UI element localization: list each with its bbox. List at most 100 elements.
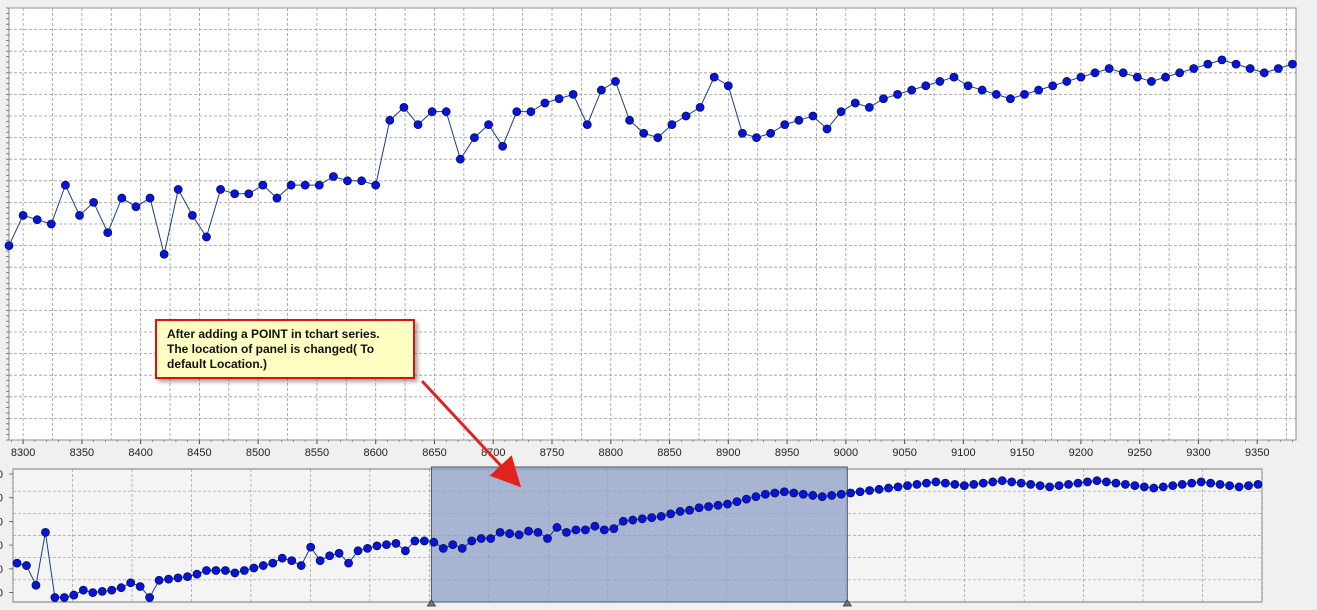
navigator-data-point [1102, 477, 1111, 487]
data-point [1062, 77, 1072, 86]
navigator-chart[interactable]: 0 0 0 0 0 0 [0, 460, 1317, 610]
data-point [413, 120, 423, 130]
x-tick-label: 8800 [599, 447, 623, 459]
navigator-data-point [978, 478, 988, 488]
x-tick-label: 8300 [11, 447, 35, 459]
data-point [1132, 72, 1142, 82]
navigator-data-point [760, 489, 770, 499]
navigator-data-point [1111, 478, 1121, 488]
data-point [314, 180, 324, 190]
data-point [159, 249, 169, 259]
x-tick-label: 9150 [1010, 447, 1034, 459]
main-chart[interactable]: 8300 8350 8400 8450 8500 8550 8600 8650 8700 8750… [0, 0, 1317, 460]
navigator-data-point [1035, 481, 1045, 491]
data-point [935, 77, 945, 86]
navigator-data-point [903, 481, 912, 491]
data-point [540, 98, 550, 108]
navigator-data-point [344, 558, 353, 568]
data-point [568, 90, 578, 99]
navigator-data-point [1225, 481, 1234, 491]
data-point [794, 115, 804, 125]
data-point [1005, 94, 1015, 104]
navigator-data-point [846, 488, 856, 498]
navigator-data-point [666, 509, 676, 519]
data-point [1118, 68, 1128, 78]
navigator-data-point [1073, 478, 1083, 488]
navigator-data-point [950, 479, 960, 489]
navigator-y-label: 0 [0, 540, 3, 552]
navigator-data-point [183, 572, 192, 582]
navigator-data-point [637, 514, 647, 524]
navigator-data-point [401, 546, 410, 556]
navigator-data-point [1026, 479, 1036, 489]
data-point [187, 210, 197, 220]
data-point [258, 180, 268, 190]
navigator-data-point [742, 494, 751, 504]
navigator-data-point [798, 489, 808, 499]
data-point [328, 172, 338, 181]
callout-line-3: default Location.) [167, 357, 267, 371]
data-point [173, 185, 183, 194]
data-point [963, 81, 973, 91]
data-point [61, 180, 70, 190]
data-point [526, 107, 536, 117]
navigator-data-point [296, 561, 306, 570]
data-point [596, 85, 606, 95]
data-point [357, 176, 367, 186]
data-point [991, 90, 1001, 99]
data-point [427, 107, 437, 117]
data-point [709, 72, 719, 82]
navigator-data-point [704, 502, 713, 511]
data-point [681, 111, 691, 121]
data-point [300, 180, 310, 190]
data-point [977, 85, 987, 95]
navigator-data-point [562, 527, 571, 537]
navigator-data-point [808, 491, 818, 500]
navigator-data-point [202, 566, 211, 575]
navigator-data-point [192, 569, 202, 579]
navigator-data-point [249, 563, 259, 573]
data-point [470, 133, 479, 143]
navigator-data-point [1196, 477, 1206, 487]
navigator-data-point [1168, 481, 1178, 491]
navigator-data-point [334, 548, 344, 558]
data-point [145, 193, 155, 203]
navigator-data-point [647, 513, 657, 522]
data-point [667, 120, 677, 130]
data-point [625, 115, 634, 125]
data-point [1231, 59, 1241, 69]
navigator-data-point [88, 588, 98, 598]
navigator-data-point [855, 487, 865, 497]
navigator-data-point [1064, 479, 1073, 489]
navigator-data-point [353, 546, 363, 556]
navigator-data-point [1253, 479, 1263, 489]
navigator-y-label: 0 [0, 493, 3, 505]
data-point [484, 120, 493, 130]
data-point [1217, 55, 1227, 65]
callout-note: After adding a POINT in tchart series. T… [155, 319, 415, 379]
data-point [18, 210, 28, 220]
navigator-data-point [69, 590, 79, 600]
navigator-data-point [486, 534, 496, 543]
navigator-data-point [135, 582, 145, 591]
navigator-data-point [306, 542, 316, 552]
navigator-data-point [1083, 477, 1092, 487]
data-point [780, 120, 790, 130]
navigator-data-point [1206, 478, 1216, 488]
navigator-data-point [164, 574, 173, 584]
data-point [723, 81, 733, 91]
navigator-data-point [732, 497, 742, 506]
x-tick-label: 9250 [1127, 447, 1151, 459]
navigator-data-point [1139, 482, 1149, 492]
navigator-data-point [31, 580, 41, 590]
data-point [117, 193, 127, 203]
data-point [1259, 68, 1269, 78]
navigator-data-point [495, 527, 505, 537]
navigator-y-label: 0 [0, 516, 3, 528]
navigator-data-point [107, 585, 117, 595]
data-point [554, 94, 564, 104]
navigator-y-label: 0 [0, 588, 3, 600]
x-tick-label: 9050 [892, 447, 916, 459]
data-point [512, 107, 522, 117]
navigator-data-point [514, 530, 524, 540]
